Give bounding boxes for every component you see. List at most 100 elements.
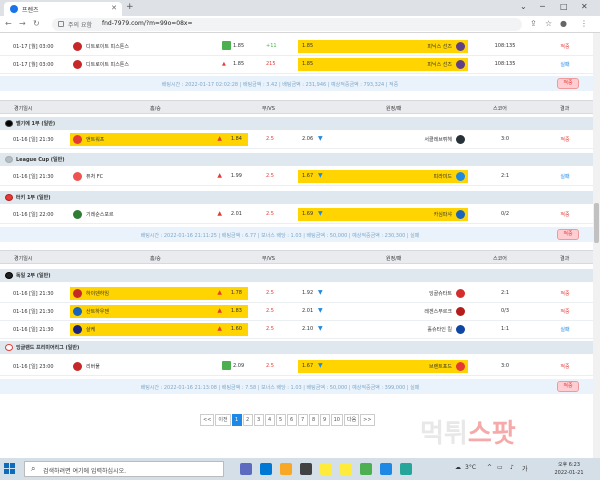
site-favicon-icon xyxy=(10,5,18,13)
last-page-button[interactable]: >> xyxy=(360,414,375,426)
away-team: 서클레브뤼헤 xyxy=(424,137,452,143)
home-pick[interactable]: 기레순스포르 ▲ 2.01 xyxy=(70,208,248,221)
bookmark-star-icon[interactable]: ☆ xyxy=(545,19,552,28)
away-pick[interactable]: 1.85 피닉스 선즈 xyxy=(298,40,468,53)
address-bar-row: ← → ↻ 주의 요함 fnd-7979.com/?m=99o=08x= ⇪ ☆… xyxy=(0,16,600,33)
file-explorer-icon[interactable] xyxy=(280,463,292,475)
forward-arrow-icon[interactable]: → xyxy=(19,19,26,28)
page-button-6[interactable]: 6 xyxy=(286,414,297,426)
home-odd: 1.85 xyxy=(233,61,245,67)
away-pick[interactable]: 1.85 피닉스 선즈 xyxy=(298,58,468,71)
match-date: 01-17 [월] 03:00 xyxy=(13,44,54,50)
header-result: 결과 xyxy=(560,256,570,262)
first-page-button[interactable]: << xyxy=(200,414,215,426)
edge-icon[interactable] xyxy=(260,463,272,475)
page-button-8[interactable]: 8 xyxy=(308,414,319,426)
away-pick[interactable]: 2.01 ▼ 레겐스부르크 xyxy=(298,305,468,318)
home-pick[interactable]: 산트하우젠 ▲ 1.83 xyxy=(70,305,248,318)
kakaotalk-2-icon[interactable] xyxy=(340,463,352,475)
home-odd: 1.60 xyxy=(230,326,242,332)
team-logo-icon xyxy=(456,362,465,371)
weather-temp[interactable]: 3°C xyxy=(465,464,476,471)
score: 0/3 xyxy=(500,308,510,314)
score: 1:1 xyxy=(500,326,510,332)
page-button-5[interactable]: 5 xyxy=(275,414,286,426)
table-row: 01-16 [일] 21:30 앤트워프 ▲ 1.84 2.5 2.06 ▼ 서… xyxy=(0,131,593,149)
header-away: 원정/패 xyxy=(386,106,402,112)
page-button-4[interactable]: 4 xyxy=(264,414,275,426)
maximize-button[interactable]: □ xyxy=(560,2,568,11)
watermark-text-a: 먹튀 xyxy=(420,419,468,449)
app-icon-2[interactable] xyxy=(400,463,412,475)
home-pick[interactable]: 하이덴하임 ▲ 1.78 xyxy=(70,287,248,300)
page-button-3[interactable]: 3 xyxy=(253,414,264,426)
home-pick[interactable]: 퓨처 FC ▲ 1.99 xyxy=(70,170,248,183)
volume-icon[interactable]: ♪ xyxy=(510,464,514,471)
weather-icon[interactable]: ☁ xyxy=(455,464,461,471)
close-tab-icon[interactable]: ✕ xyxy=(111,4,117,12)
home-pick[interactable]: 샬케 ▲ 1.60 xyxy=(70,323,248,336)
page-button-7[interactable]: 7 xyxy=(297,414,308,426)
result-button[interactable]: 적중 xyxy=(557,229,579,240)
kakaotalk-icon[interactable] xyxy=(320,463,332,475)
away-pick[interactable]: 1.69 ▼ 카심파샤 xyxy=(298,208,468,221)
ime-indicator[interactable]: 가 xyxy=(522,464,528,473)
down-arrow-icon: ▼ xyxy=(318,325,323,332)
home-team: 하이덴하임 xyxy=(86,291,110,297)
page-button-9[interactable]: 9 xyxy=(319,414,330,426)
new-tab-button[interactable]: + xyxy=(126,2,134,12)
league-name: 독일 2부 (일반) xyxy=(16,273,51,279)
menu-dots-icon[interactable]: ⋮ xyxy=(580,19,588,28)
reload-icon[interactable]: ↻ xyxy=(33,19,40,28)
match-date: 01-16 [일] 21:30 xyxy=(13,174,54,180)
home-pick[interactable]: 앤트워프 ▲ 1.84 xyxy=(70,133,248,146)
minimize-button[interactable]: ─ xyxy=(540,2,545,11)
app-icon[interactable] xyxy=(360,463,372,475)
away-pick[interactable]: 1.92 ▼ 잉골슈타트 xyxy=(298,287,468,300)
page-button-1[interactable]: 1 xyxy=(231,414,242,426)
summary-text: 배팅시간 : 2022-01-16 21:13:08 | 배팅금액 : 7.58… xyxy=(140,385,420,391)
close-window-button[interactable]: ✕ xyxy=(581,2,588,11)
profile-icon[interactable]: ● xyxy=(560,19,567,28)
tab-search-icon[interactable]: ⌄ xyxy=(520,2,527,11)
turkey-flag-icon xyxy=(5,194,13,201)
away-pick[interactable]: 2.10 ▼ 홀슈타인 킬 xyxy=(298,323,468,336)
away-pick[interactable]: 1.67 ▼ 피라미드 xyxy=(298,170,468,183)
network-icon[interactable]: ▭ xyxy=(497,464,503,471)
team-logo-icon xyxy=(73,362,82,371)
result-button[interactable]: 적중 xyxy=(557,78,579,89)
team-logo-icon xyxy=(73,42,82,51)
header-score: 스코어 xyxy=(493,106,507,112)
away-pick[interactable]: 2.06 ▼ 서클레브뤼헤 xyxy=(298,133,468,146)
url-input[interactable]: 주의 요함 fnd-7979.com/?m=99o=08x= xyxy=(52,18,522,31)
taskbar-search-input[interactable]: ⌕ 검색하려면 여기에 입력하십시오. xyxy=(24,461,224,477)
result-button[interactable]: 적중 xyxy=(557,381,579,392)
page-button-2[interactable]: 2 xyxy=(242,414,253,426)
clock[interactable]: 오후 6:23 2022-01-21 xyxy=(545,461,593,477)
back-arrow-icon[interactable]: ← xyxy=(5,19,12,28)
league-header: 독일 2부 (일반) xyxy=(0,269,593,282)
column-header: 경기일시 홈/승 무/VS 원정/패 스코어 결과 xyxy=(0,250,593,264)
table-row: 01-16 [일] 21:30 퓨처 FC ▲ 1.99 2.5 1.67 ▼ … xyxy=(0,168,593,186)
windows-start-icon[interactable] xyxy=(4,463,16,475)
task-view-icon[interactable] xyxy=(240,463,252,475)
store-icon[interactable] xyxy=(300,463,312,475)
draw-odd: 2.5 xyxy=(266,290,274,296)
chrome-icon[interactable] xyxy=(380,463,392,475)
next-page-button[interactable]: 다음 xyxy=(343,414,360,426)
vertical-scrollbar[interactable] xyxy=(593,33,600,458)
tray-chevron-icon[interactable]: ^ xyxy=(487,464,492,471)
prev-page-button[interactable]: 이전 xyxy=(215,414,231,426)
scrollbar-thumb[interactable] xyxy=(594,203,599,243)
table-row: 01-16 [일] 21:30 하이덴하임 ▲ 1.78 2.5 1.92 ▼ … xyxy=(0,285,593,303)
up-arrow-icon: ▲ xyxy=(217,307,222,314)
league-header: 터키 1부 (일반) xyxy=(0,191,593,204)
score: 0/2 xyxy=(500,211,510,217)
page-button-10[interactable]: 10 xyxy=(330,414,343,426)
result-label: 적중 xyxy=(560,309,570,315)
browser-tab[interactable]: 프렌즈 ✕ xyxy=(4,2,122,16)
share-icon[interactable]: ⇪ xyxy=(530,19,537,28)
summary-text: 배팅시간 : 2022-01-16 21:11:25 | 배팅금액 : 6.77… xyxy=(140,233,420,239)
search-placeholder: 검색하려면 여기에 입력하십시오. xyxy=(43,468,127,475)
away-pick[interactable]: 1.67 ▼ 브렌트포드 xyxy=(298,360,468,373)
